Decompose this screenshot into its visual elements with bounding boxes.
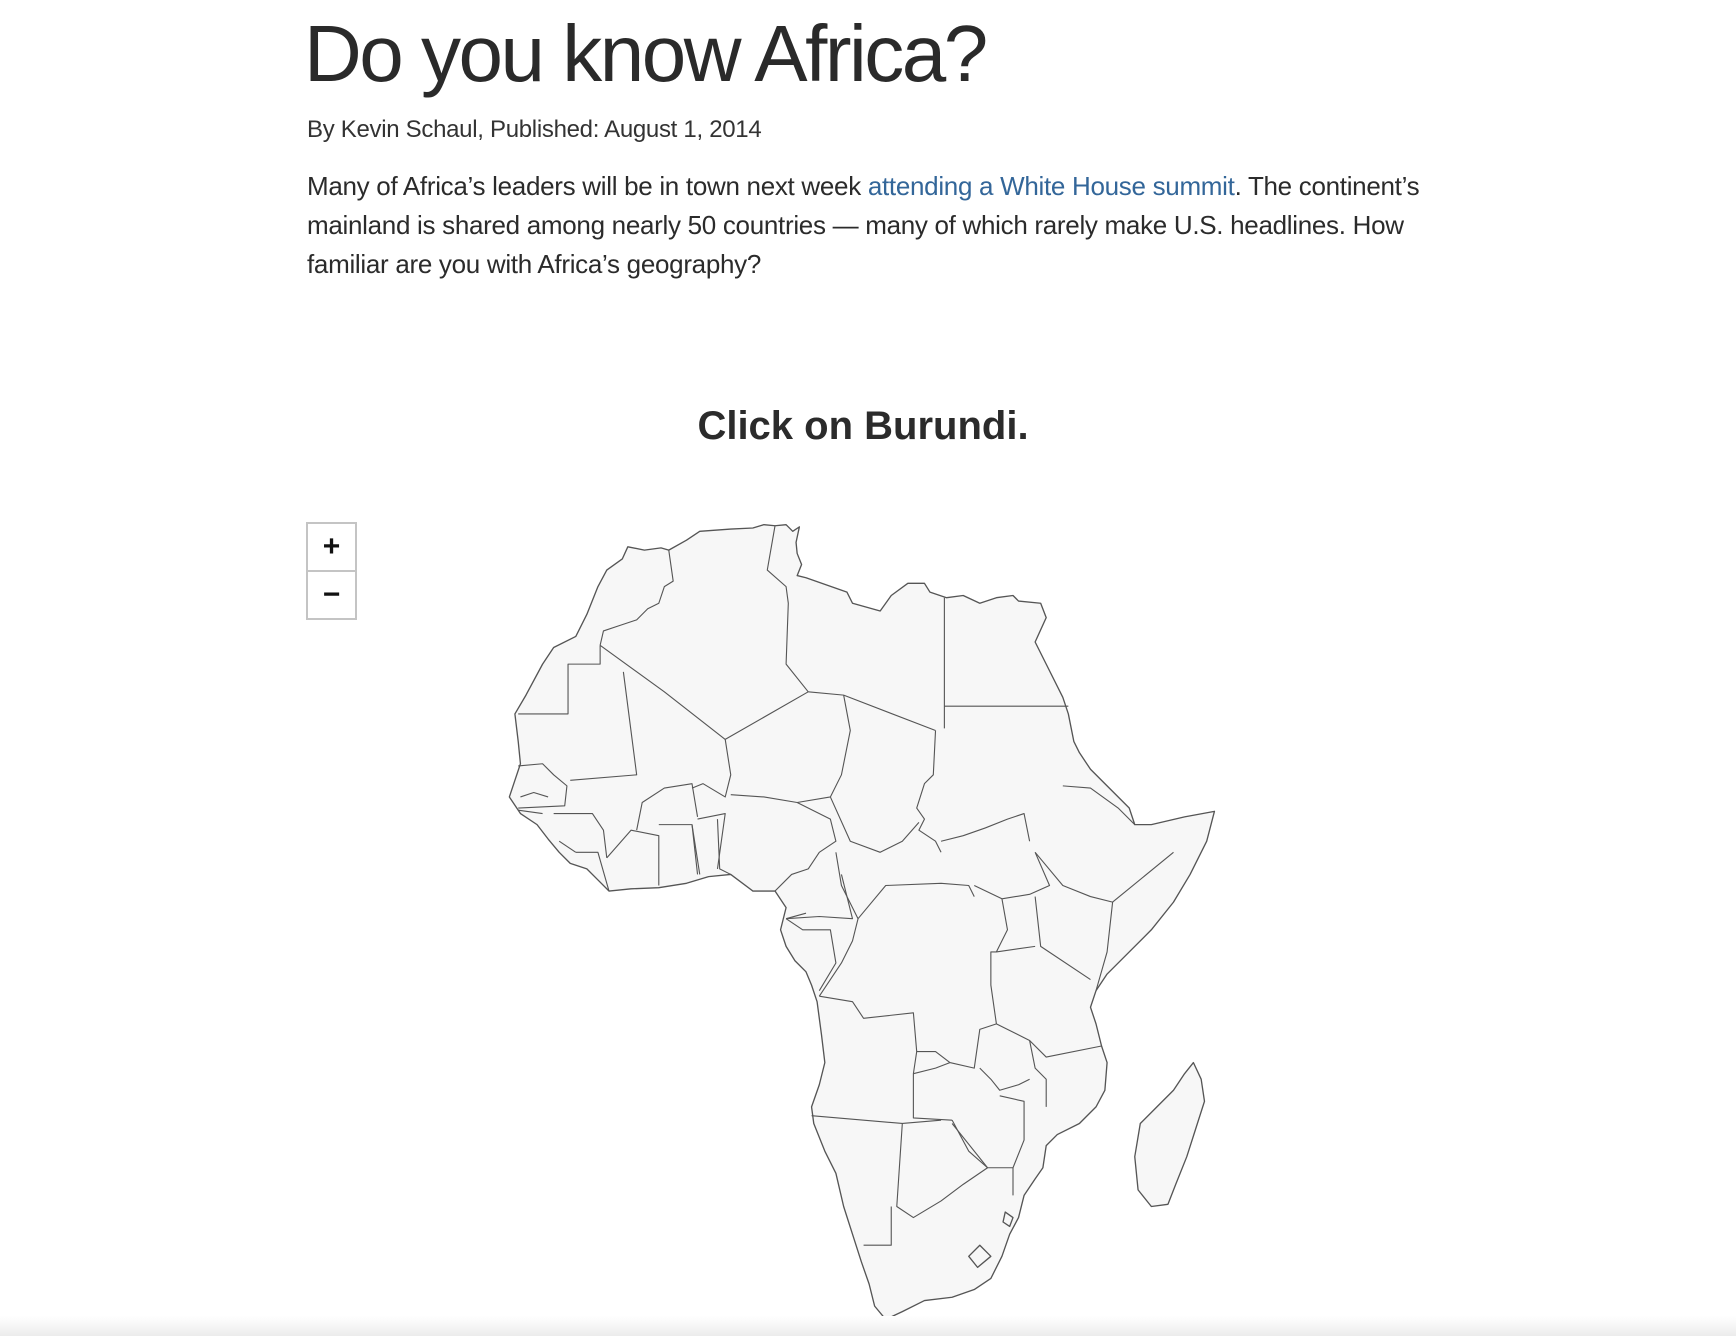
- bottom-shadow: [0, 1316, 1736, 1336]
- africa-mainland[interactable]: [508, 523, 1216, 1321]
- madagascar[interactable]: [1134, 1061, 1206, 1208]
- africa-map[interactable]: [0, 0, 1736, 1336]
